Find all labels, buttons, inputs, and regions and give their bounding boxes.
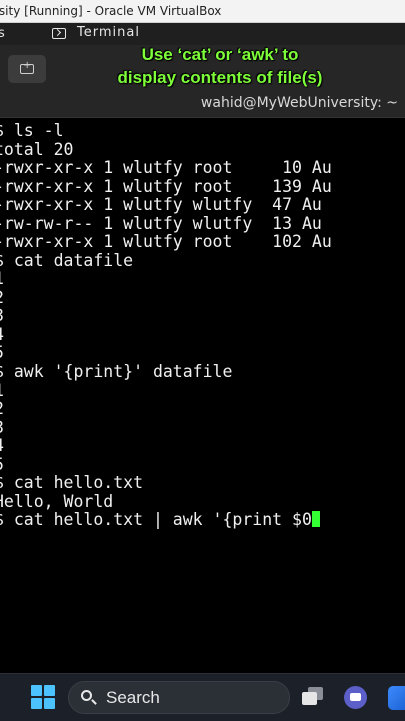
virtualbox-title-bar: rsity [Running] - Oracle VM VirtualBox: [0, 0, 405, 23]
terminal-line: 5: [0, 455, 4, 474]
terminal-line: -rwxr-xr-x 1 wlutfy root 102 Au: [0, 232, 332, 251]
terminal-line: -rwxr-xr-x 1 wlutfy root 139 Au: [0, 176, 332, 196]
activities-fragment[interactable]: s: [0, 26, 5, 41]
taskbar-search-box[interactable]: Search: [68, 681, 290, 714]
terminal-line: total 20: [0, 139, 74, 159]
windows-taskbar: Search: [0, 673, 405, 721]
task-view-icon[interactable]: [302, 687, 324, 707]
terminal-line: -rwxr-xr-x 1 wlutfy wlutfy 47 Au: [0, 195, 322, 214]
virtualbox-window-title: rsity [Running] - Oracle VM VirtualBox: [0, 4, 222, 18]
windows-start-icon[interactable]: [31, 685, 55, 709]
app-icon[interactable]: [388, 686, 405, 710]
terminal-current-command: $ cat hello.txt | awk '{print $0: [0, 510, 312, 529]
new-tab-button[interactable]: [8, 55, 46, 83]
terminal-output[interactable]: $ ls -l total 20 -rwxr-xr-x 1 wlutfy roo…: [0, 118, 405, 673]
taskbar-search-label: Search: [106, 688, 160, 707]
terminal-line: 2: [0, 288, 4, 307]
terminal-line: 5: [0, 343, 4, 362]
terminal-line: $ cat datafile: [0, 250, 134, 270]
terminal-line: 3: [0, 306, 4, 325]
search-icon: [81, 690, 92, 701]
terminal-line: 4: [0, 325, 4, 344]
terminal-line: Hello, World: [0, 491, 114, 511]
terminal-line: 1: [0, 381, 4, 400]
terminal-line: 1: [0, 269, 4, 288]
terminal-line: 3: [0, 418, 4, 437]
terminal-window-title: wahid@MyWebUniversity: ~: [200, 95, 398, 111]
terminal-title-bar: wahid@MyWebUniversity: ~: [0, 93, 405, 118]
terminal-app-icon[interactable]: [52, 28, 66, 39]
caption-line-2: display contents of file(s): [117, 68, 323, 87]
caption-line-1: Use ‘cat’ or ‘awk’ to: [141, 45, 299, 64]
terminal-app-label[interactable]: Terminal: [77, 25, 140, 40]
terminal-line: $ cat hello.txt: [0, 473, 144, 492]
terminal-line: -rwxr-xr-x 1 wlutfy root 10 Au: [0, 158, 332, 177]
terminal-line: $ ls -l: [0, 121, 64, 140]
video-caption: Use ‘cat’ or ‘awk’ to display contents o…: [60, 43, 380, 89]
terminal-line: 4: [0, 436, 4, 455]
chat-icon[interactable]: [344, 686, 367, 709]
terminal-cursor: [311, 511, 320, 527]
terminal-line: 2: [0, 399, 4, 418]
terminal-line: $ awk '{print}' datafile: [0, 362, 233, 381]
terminal-prompt-line[interactable]: $ cat hello.txt | awk '{print $0: [0, 510, 320, 529]
terminal-line: -rw-rw-r-- 1 wlutfy wlutfy 13 Au: [0, 213, 322, 233]
new-tab-icon: [20, 60, 34, 74]
guest-top-bar: s Terminal: [0, 23, 405, 45]
